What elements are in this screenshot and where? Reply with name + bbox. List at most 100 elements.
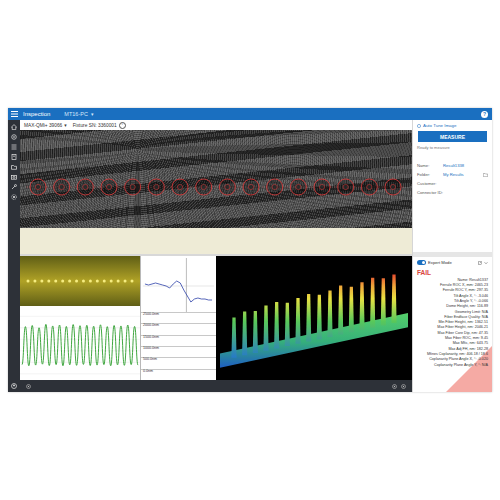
fiber-preview (20, 256, 140, 306)
fiber-marker[interactable] (290, 179, 306, 195)
fiber-marker[interactable] (148, 179, 164, 195)
info-icon[interactable] (392, 384, 397, 389)
expert-mode-toggle[interactable] (417, 260, 426, 265)
target-icon[interactable] (11, 134, 17, 140)
report-icon[interactable] (11, 154, 17, 160)
device-select[interactable]: MAX-QMi+ 39066▾ (24, 123, 67, 128)
app-title: Inspection (23, 111, 50, 117)
result-row: Ferrule ROC Y, mm: 297.35 (443, 288, 488, 293)
wrench-icon[interactable] (11, 184, 17, 190)
user-icon[interactable] (11, 383, 17, 389)
result-row: Ferrule ROC X, mm: 2465.23 (440, 283, 488, 288)
open-external-icon[interactable] (478, 261, 482, 265)
height-spike (391, 275, 396, 324)
bottom-bar (20, 380, 412, 392)
detail-row: Name:Result1338 (417, 163, 488, 168)
sidebar (8, 120, 20, 392)
height-map-render (216, 256, 412, 380)
auto-tune-label: Auto Tune Image (423, 123, 456, 128)
folder-icon[interactable] (11, 164, 17, 170)
result-row: Mfines Coplanarity, nm: 406.18 / 18.6 (427, 352, 488, 357)
collapse-icon[interactable] (484, 261, 488, 265)
cross-section-plot-area (141, 256, 216, 312)
detail-label: Name: (417, 163, 441, 168)
cross-section-plot (141, 256, 216, 312)
fixture-info: Fixture SN: 3360001i (73, 122, 126, 129)
toggle-knob (422, 261, 425, 264)
result-row: Geometry Limit: N/A (455, 310, 488, 315)
axis-tick: 2000.0nm (141, 323, 216, 334)
expert-mode-row: Expert Mode (417, 260, 488, 265)
fiber-marker[interactable] (267, 179, 283, 195)
fiber-marker[interactable] (219, 179, 235, 195)
height-map-3d[interactable] (216, 256, 412, 380)
fiber-marker[interactable] (243, 179, 259, 195)
tab-label: MT16-PC (64, 111, 88, 117)
cross-section-line (145, 281, 212, 302)
fiber-marker[interactable] (30, 179, 46, 195)
top-bar: Inspection MT16-PC▾? (8, 108, 492, 120)
results-panel: Auto Tune Image MEASURE Ready to measure Na… (412, 120, 492, 392)
settings-icon[interactable] (11, 194, 17, 200)
result-row: Max Fiber Core Dip, nm: 47.35 (438, 331, 488, 336)
main-area: MAX-QMi+ 39066▾ Fixture SN: 3360001i 2500… (20, 120, 412, 392)
height-spike (253, 311, 258, 353)
measure-section: Auto Tune Image MEASURE Ready to measure Na… (413, 120, 492, 252)
fiber-marker[interactable] (77, 179, 93, 195)
result-row: Tilt Angle X, °: -3.046 (453, 294, 488, 299)
result-status: FAIL (417, 269, 488, 277)
result-row: Fiber Endface Quality: N/A (444, 315, 488, 320)
tick-label: 500.0nm (143, 357, 157, 361)
fiber-markers (20, 130, 412, 228)
home-icon[interactable] (11, 124, 17, 130)
detail-row: Connector ID: (417, 190, 488, 195)
fiber-marker[interactable] (385, 179, 401, 195)
details-list: Name:Result1338Folder:My ResultsCustomer… (417, 163, 488, 195)
camera-icon[interactable] (11, 174, 17, 180)
result-row: Coplanarity Plane Angle Y, °: N/A (434, 363, 488, 368)
result-row: Max Mfic, nm: 643.75 (453, 341, 488, 346)
info-button[interactable]: i (119, 122, 126, 129)
detail-value[interactable]: My Results (443, 172, 464, 177)
fiber-marker[interactable] (125, 179, 141, 195)
fiber-marker[interactable] (361, 179, 377, 195)
height-spike (349, 287, 354, 333)
axis-tick: 0.0nm (141, 369, 216, 380)
detail-value[interactable]: Result1338 (443, 163, 464, 168)
fiber-marker[interactable] (54, 179, 70, 195)
device-tab[interactable]: MT16-PC▾ (64, 111, 93, 117)
height-spike (274, 302, 279, 348)
list-icon[interactable] (11, 144, 17, 150)
detail-label: Connector ID: (417, 190, 441, 195)
device-label: MAX-QMi+ 39066 (24, 123, 62, 128)
height-spike (231, 317, 236, 357)
cross-section-chart: 2500.0nm2000.0nm1500.0nm1000.0nm500.0nm0… (140, 256, 216, 380)
height-spike (327, 291, 332, 337)
profile-chart (20, 306, 140, 380)
folder-icon[interactable] (483, 173, 488, 177)
axis-tick: 2500.0nm (141, 312, 216, 323)
height-spike (381, 278, 386, 325)
tick-label: 2000.0nm (143, 323, 159, 327)
fiber-marker[interactable] (101, 179, 117, 195)
zoom-icon[interactable] (26, 384, 31, 389)
settings-icon[interactable] (401, 384, 406, 389)
auto-tune-link[interactable]: Auto Tune Image (417, 123, 488, 128)
menu-icon[interactable] (11, 111, 18, 117)
fiber-marker[interactable] (338, 179, 354, 195)
fiber-marker[interactable] (196, 179, 212, 195)
help-button[interactable]: ? (481, 111, 488, 118)
measure-button[interactable]: MEASURE (418, 131, 487, 142)
fiber-marker[interactable] (314, 179, 330, 195)
fiber-marker[interactable] (172, 179, 188, 195)
toolbar: MAX-QMi+ 39066▾ Fixture SN: 3360001i (20, 120, 412, 130)
result-row: Tilt Angle Y, °: -0.066 (454, 299, 488, 304)
height-spike (263, 306, 268, 351)
profile-line (22, 324, 138, 365)
result-section: Expert ModeFAILName: Result1337Ferrule R… (413, 257, 492, 392)
detail-label: Folder: (417, 172, 441, 177)
profile-plot (20, 306, 140, 380)
fiber-view-panel (20, 256, 140, 380)
status-text: Ready to measure (417, 145, 488, 150)
result-content: Expert ModeFAILName: Result1337Ferrule R… (417, 260, 488, 368)
